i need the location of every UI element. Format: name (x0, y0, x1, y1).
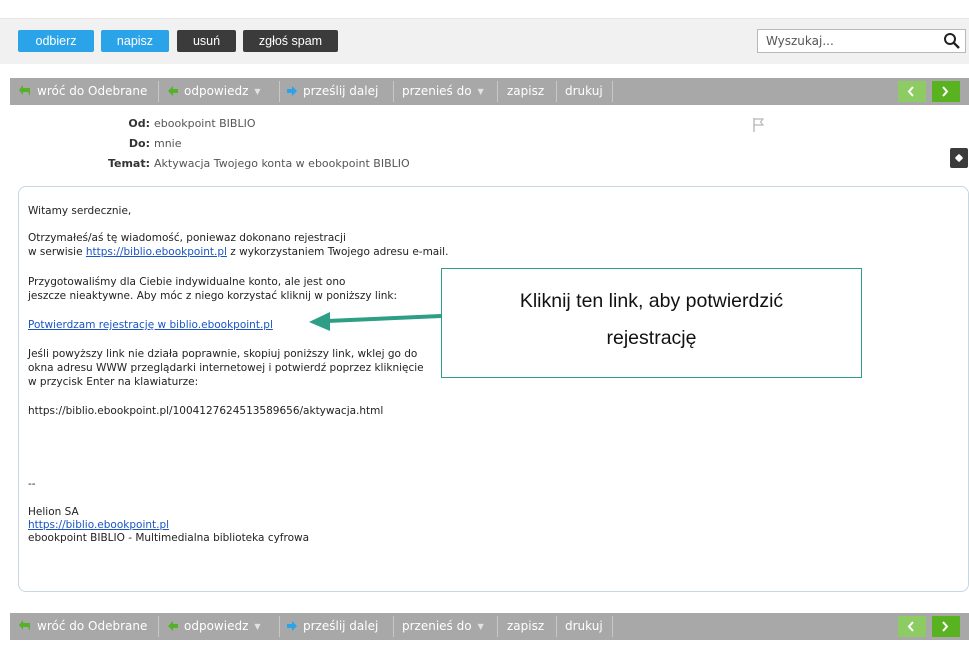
toolbar-divider (279, 616, 280, 637)
move-label: przenieś do (402, 619, 472, 633)
next-message-button[interactable] (932, 616, 960, 637)
to-value: mnie (154, 137, 182, 150)
paragraph-text: jeszcze nieaktywne. Aby móc z niego korz… (28, 290, 398, 302)
message-toolbar-bottom: wróć do Odebrane odpowiedz ▼ prześlij dal… (10, 613, 969, 640)
paragraph-text: Przygotowaliśmy dla Ciebie indywidualne … (28, 276, 346, 288)
chevron-down-icon: ▼ (254, 622, 261, 631)
activation-url-text: https://biblio.ebookpoint.pl/10041276245… (28, 405, 384, 417)
toolbar-divider (556, 81, 557, 102)
reply-label: odpowiedz (184, 619, 249, 633)
receive-button[interactable]: odbierz (18, 30, 94, 52)
report-spam-button[interactable]: zgłoś spam (243, 30, 338, 52)
reply-icon (168, 620, 178, 631)
chevron-left-icon (907, 86, 914, 97)
toolbar-divider (393, 81, 394, 102)
forward-label: prześlij dalej (303, 619, 379, 633)
forward-icon (287, 85, 297, 96)
instruction-callout: Kliknij ten link, aby potwierdzić rejest… (441, 268, 862, 378)
back-label: wróć do Odebrane (37, 619, 148, 633)
reply-button[interactable]: odpowiedz ▼ (168, 613, 261, 640)
previous-message-button[interactable] (898, 81, 926, 102)
back-to-inbox-button[interactable]: wróć do Odebrane (19, 613, 147, 640)
reply-icon (168, 85, 178, 96)
callout-line: rejestrację (606, 327, 697, 349)
signature-link[interactable]: https://biblio.ebookpoint.pl (28, 519, 169, 531)
toolbar-divider (612, 616, 613, 637)
paragraph-text: okna adresu WWW przeglądarki internetowe… (28, 362, 424, 374)
chevron-down-icon: ▼ (477, 622, 484, 631)
toolbar-divider (393, 616, 394, 637)
chevron-right-icon (942, 621, 949, 632)
signature-description: ebookpoint BIBLIO - Multimedialna biblio… (28, 532, 310, 544)
text-span: w serwisie (28, 246, 86, 258)
signature-separator: -- (28, 478, 36, 490)
back-arrow-icon (19, 84, 30, 96)
back-arrow-icon (19, 619, 30, 631)
print-button[interactable]: drukuj (565, 78, 603, 105)
confirm-line: Potwierdzam rejestrację w biblio.ebookpo… (28, 319, 273, 331)
print-button[interactable]: drukuj (565, 613, 603, 640)
subject-value: Aktywacja Twojego konta w ebookpoint BIB… (154, 157, 410, 170)
forward-button[interactable]: prześlij dalej (287, 613, 378, 640)
service-link[interactable]: https://biblio.ebookpoint.pl (86, 246, 227, 258)
header-details-toggle[interactable] (950, 148, 968, 168)
delete-button[interactable]: usuń (177, 30, 236, 52)
top-action-bar: odbierz napisz usuń zgłoś spam (0, 18, 969, 64)
text-span: z wykorzystaniem Twojego adresu e-mail. (226, 246, 449, 258)
move-to-button[interactable]: przenieś do ▼ (402, 78, 484, 105)
flag-icon[interactable] (752, 117, 766, 133)
reply-label: odpowiedz (184, 84, 249, 98)
toolbar-divider (497, 616, 498, 637)
save-button[interactable]: zapisz (507, 613, 544, 640)
paragraph-text: w serwisie https://biblio.ebookpoint.pl … (28, 246, 448, 258)
back-label: wróć do Odebrane (37, 84, 148, 98)
forward-icon (287, 620, 297, 631)
paragraph-text: Otrzymałeś/aś tę wiadomość, poniewaz dok… (28, 232, 346, 244)
move-to-button[interactable]: przenieś do ▼ (402, 613, 484, 640)
toolbar-divider (497, 81, 498, 102)
save-button[interactable]: zapisz (507, 78, 544, 105)
signature-link-line: https://biblio.ebookpoint.pl (28, 519, 169, 531)
chevron-down-icon: ▼ (477, 87, 484, 96)
back-to-inbox-button[interactable]: wróć do Odebrane (19, 78, 147, 105)
to-label: Do: (128, 137, 150, 150)
search-box (757, 29, 966, 53)
confirm-registration-link[interactable]: Potwierdzam rejestrację w biblio.ebookpo… (28, 319, 273, 331)
chevron-right-icon (942, 86, 949, 97)
forward-button[interactable]: prześlij dalej (287, 78, 378, 105)
move-label: przenieś do (402, 84, 472, 98)
search-icon[interactable] (943, 32, 961, 50)
paragraph-text: w przycisk Enter na klawiaturze: (28, 376, 199, 388)
previous-message-button[interactable] (898, 616, 926, 637)
callout-text: Kliknij ten link, aby potwierdzić rejest… (442, 283, 861, 357)
chevron-left-icon (907, 621, 914, 632)
message-toolbar-top: wróć do Odebrane odpowiedz ▼ prześlij dal… (10, 78, 969, 105)
forward-label: prześlij dalej (303, 84, 379, 98)
toolbar-divider (556, 616, 557, 637)
toolbar-divider (158, 616, 159, 637)
toolbar-divider (158, 81, 159, 102)
diamond-icon (954, 153, 964, 163)
chevron-down-icon: ▼ (254, 87, 261, 96)
signature-company: Helion SA (28, 506, 79, 518)
toolbar-divider (279, 81, 280, 102)
search-input[interactable] (758, 30, 936, 52)
subject-label: Temat: (107, 157, 150, 170)
greeting-text: Witamy serdecznie, (28, 205, 132, 217)
next-message-button[interactable] (932, 81, 960, 102)
toolbar-divider (612, 81, 613, 102)
compose-button[interactable]: napisz (101, 30, 169, 52)
callout-line: Kliknij ten link, aby potwierdzić (519, 290, 784, 312)
from-value: ebookpoint BIBLIO (154, 117, 256, 130)
from-label: Od: (128, 117, 150, 130)
reply-button[interactable]: odpowiedz ▼ (168, 78, 261, 105)
paragraph-text: Jeśli powyższy link nie działa poprawnie… (28, 348, 418, 360)
